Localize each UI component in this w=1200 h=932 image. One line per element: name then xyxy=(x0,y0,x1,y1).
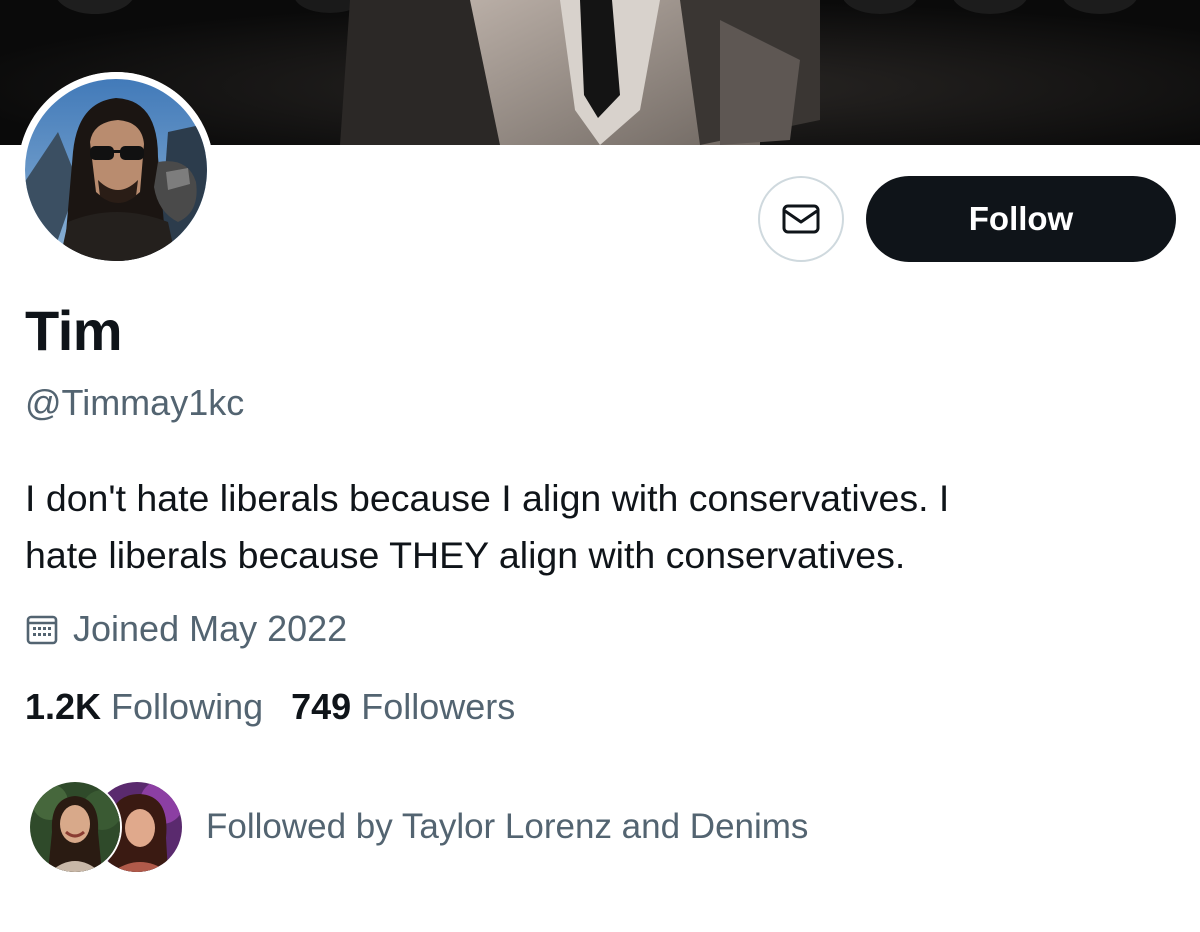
followed-by[interactable]: Followed by Taylor Lorenz and Denims xyxy=(28,780,808,874)
profile-stats: 1.2K Following 749 Followers xyxy=(25,684,515,730)
follow-button-label: Follow xyxy=(968,200,1074,237)
following-label: Following xyxy=(111,686,264,727)
followers-link[interactable]: 749 Followers xyxy=(291,686,515,728)
followed-by-avatars xyxy=(28,780,184,874)
profile-handle: @Timmay1kc xyxy=(25,382,245,423)
profile-bio: I don't hate liberals because I align wi… xyxy=(25,470,1165,584)
message-button[interactable] xyxy=(758,176,844,262)
profile-page: Follow Tim @Timmay1kc I don't hate liber… xyxy=(0,0,1200,932)
calendar-icon xyxy=(25,612,59,646)
followed-by-text: Followed by Taylor Lorenz and Denims xyxy=(206,807,809,846)
joined-date: Joined May 2022 xyxy=(25,606,347,652)
follow-button[interactable]: Follow xyxy=(866,176,1176,262)
followers-count: 749 xyxy=(291,686,352,727)
profile-avatar[interactable] xyxy=(18,72,214,268)
display-name: Tim xyxy=(25,299,123,362)
avatar-image xyxy=(18,72,214,268)
follower-avatar xyxy=(28,780,122,874)
joined-text: Joined May 2022 xyxy=(73,608,348,649)
following-count: 1.2K xyxy=(25,686,102,727)
bio-line: hate liberals because THEY align with co… xyxy=(25,534,906,576)
envelope-icon xyxy=(782,204,820,234)
following-link[interactable]: 1.2K Following xyxy=(25,686,263,728)
followers-label: Followers xyxy=(361,686,516,727)
bio-line: I don't hate liberals because I align wi… xyxy=(25,477,950,519)
